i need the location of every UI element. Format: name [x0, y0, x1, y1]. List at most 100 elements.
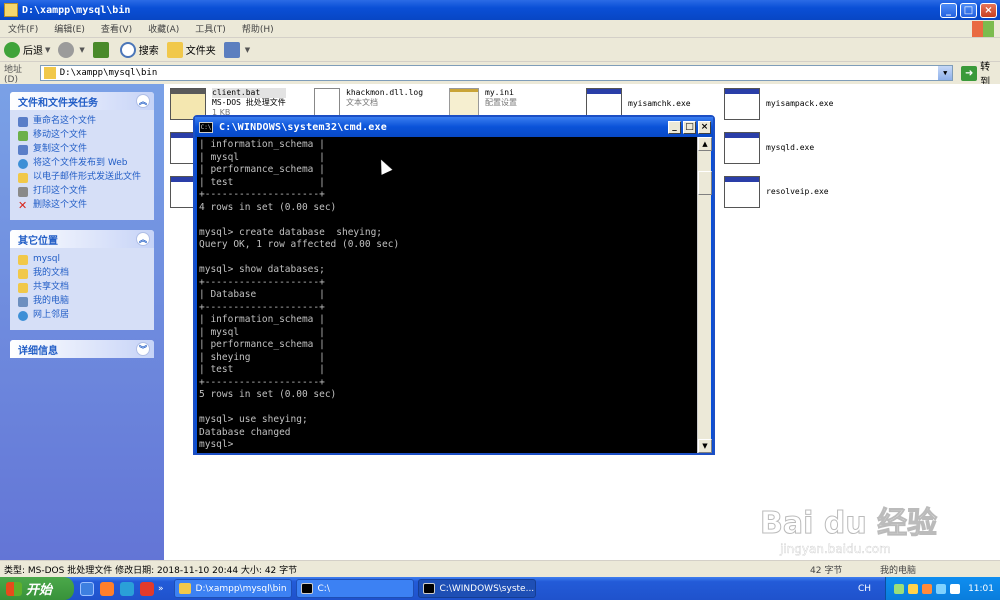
- cmd-close-button[interactable]: ×: [698, 120, 711, 134]
- place-my-documents[interactable]: 我的文档: [18, 268, 146, 279]
- file-tasks-header[interactable]: 文件和文件夹任务 ︽: [10, 92, 154, 110]
- folders-button[interactable]: 文件夹: [166, 41, 216, 58]
- start-button[interactable]: 开始: [0, 577, 74, 600]
- chevron-up-icon[interactable]: ︽: [136, 94, 150, 108]
- cmd-title-bar[interactable]: C:\ C:\WINDOWS\system32\cmd.exe _ □ ×: [195, 117, 713, 137]
- details-panel: 详细信息 ︾: [10, 340, 154, 358]
- menu-view[interactable]: 查看(V): [93, 22, 140, 35]
- status-zone: 我的电脑: [880, 565, 917, 576]
- folders-label: 文件夹: [185, 46, 216, 57]
- ie-icon[interactable]: [120, 581, 134, 596]
- other-places-title: 其它位置: [18, 235, 58, 247]
- file-type: 配置设置: [485, 98, 517, 107]
- language-indicator[interactable]: CH: [858, 584, 871, 594]
- file-name: client.bat: [212, 88, 286, 98]
- menu-file[interactable]: 文件(F): [0, 22, 46, 35]
- file-name: mysqld.exe: [766, 143, 815, 152]
- file-item[interactable]: resolveip.exe: [724, 176, 829, 208]
- menu-help[interactable]: 帮助(H): [234, 22, 282, 35]
- cmd-title: C:\WINDOWS\system32\cmd.exe: [219, 121, 387, 133]
- tray-app-icon[interactable]: [908, 583, 919, 594]
- cmd-window[interactable]: C:\ C:\WINDOWS\system32\cmd.exe _ □ × | …: [193, 115, 715, 455]
- task-pane: 文件和文件夹任务 ︽ 重命名这个文件 移动这个文件 复制这个文件 将这个文件发布…: [0, 84, 164, 560]
- menu-favorites[interactable]: 收藏(A): [140, 22, 187, 35]
- up-folder-button[interactable]: [92, 41, 112, 58]
- quicklaunch-more-icon[interactable]: »: [158, 584, 164, 594]
- minimize-button[interactable]: _: [940, 2, 957, 18]
- app-icon[interactable]: [140, 581, 154, 596]
- place-shared-documents[interactable]: 共享文档: [18, 282, 146, 293]
- menu-edit[interactable]: 编辑(E): [46, 22, 93, 35]
- cmd-maximize-button[interactable]: □: [683, 120, 696, 134]
- task-publish-web[interactable]: 将这个文件发布到 Web: [18, 158, 146, 169]
- executable-icon: [724, 88, 760, 120]
- scroll-down-icon[interactable]: ▼: [698, 439, 712, 453]
- up-folder-icon: [92, 41, 109, 58]
- windows-logo-icon: [972, 20, 994, 37]
- close-button[interactable]: ×: [980, 2, 997, 18]
- place-network[interactable]: 网上邻居: [18, 310, 146, 321]
- firefox-icon[interactable]: [100, 581, 114, 596]
- chevron-up-icon[interactable]: ︽: [136, 232, 150, 246]
- search-button[interactable]: 搜索: [119, 41, 159, 58]
- tray-app-icon[interactable]: [894, 583, 905, 594]
- tray-app-icon[interactable]: [922, 583, 933, 594]
- address-label: 地址(D): [4, 64, 23, 85]
- status-bar: 类型: MS-DOS 批处理文件 修改日期: 2018-11-10 20:44 …: [0, 560, 1000, 577]
- rename-icon: [18, 117, 28, 127]
- clock[interactable]: 11:01: [968, 584, 994, 594]
- task-delete[interactable]: ✕ 删除这个文件: [18, 200, 146, 211]
- chevron-down-icon[interactable]: ▼: [938, 66, 953, 80]
- folder-icon: [4, 3, 18, 17]
- task-rename[interactable]: 重命名这个文件: [18, 116, 146, 127]
- chevron-down-icon[interactable]: ︾: [136, 342, 150, 356]
- chevron-down-icon: ▼: [45, 45, 51, 54]
- address-value: D:\xampp\mysql\bin: [59, 68, 158, 78]
- other-places-panel: 其它位置 ︽ mysql 我的文档 共享文档 我的电脑 网上邻居: [10, 230, 154, 330]
- file-type: MS-DOS 批处理文件: [212, 98, 286, 107]
- scroll-thumb[interactable]: [698, 171, 712, 195]
- scroll-up-icon[interactable]: ▲: [698, 137, 712, 151]
- task-email[interactable]: 以电子邮件形式发送此文件: [18, 172, 146, 183]
- console-scrollbar[interactable]: ▲ ▼: [697, 137, 712, 453]
- place-mysql[interactable]: mysql: [18, 254, 146, 265]
- file-name: resolveip.exe: [766, 187, 829, 196]
- chevron-down-icon: ▼: [79, 45, 85, 54]
- email-icon: [18, 173, 28, 183]
- taskbar-item-cmd-system32[interactable]: C:\WINDOWS\syste...: [417, 579, 536, 598]
- other-places-header[interactable]: 其它位置 ︽: [10, 230, 154, 248]
- file-item[interactable]: myisampack.exe: [724, 88, 833, 120]
- volume-icon[interactable]: [950, 583, 961, 594]
- maximize-button[interactable]: □: [960, 2, 977, 18]
- task-print[interactable]: 打印这个文件: [18, 186, 146, 197]
- details-title: 详细信息: [18, 345, 58, 357]
- cmd-minimize-button[interactable]: _: [668, 120, 681, 134]
- file-item[interactable]: mysqld.exe: [724, 132, 814, 164]
- explorer-title-bar[interactable]: D:\xampp\mysql\bin _ □ ×: [0, 0, 1000, 20]
- search-icon: [119, 41, 136, 58]
- search-label: 搜索: [138, 46, 159, 57]
- taskbar-item-cmd-c[interactable]: C:\: [295, 579, 414, 598]
- console-output[interactable]: | information_schema | | mysql | | perfo…: [197, 137, 697, 453]
- task-copy[interactable]: 复制这个文件: [18, 144, 146, 155]
- console-text: | information_schema | | mysql | | perfo…: [199, 139, 400, 450]
- forward-button[interactable]: ▼: [58, 41, 85, 58]
- console-icon: C:\: [199, 121, 213, 133]
- file-name: myisampack.exe: [766, 99, 834, 108]
- place-my-computer[interactable]: 我的电脑: [18, 296, 146, 307]
- address-input[interactable]: D:\xampp\mysql\bin ▼: [39, 65, 954, 81]
- details-header[interactable]: 详细信息 ︾: [10, 340, 154, 358]
- back-arrow-icon: [4, 41, 20, 58]
- task-move[interactable]: 移动这个文件: [18, 130, 146, 141]
- show-desktop-icon[interactable]: [80, 581, 94, 596]
- views-button[interactable]: ▼: [223, 41, 250, 58]
- tray-app-icon[interactable]: [936, 583, 947, 594]
- network-icon: [18, 311, 28, 321]
- folder-icon: [178, 583, 191, 594]
- taskbar-item-explorer[interactable]: D:\xampp\mysql\bin: [173, 579, 292, 598]
- taskbar: 开始 » D:\xampp\mysql\bin C:\ C:\WINDOWS\s…: [0, 577, 1000, 600]
- back-button[interactable]: 后退 ▼: [4, 41, 51, 58]
- move-icon: [18, 131, 28, 141]
- folder-icon: [18, 269, 28, 279]
- menu-tools[interactable]: 工具(T): [187, 22, 234, 35]
